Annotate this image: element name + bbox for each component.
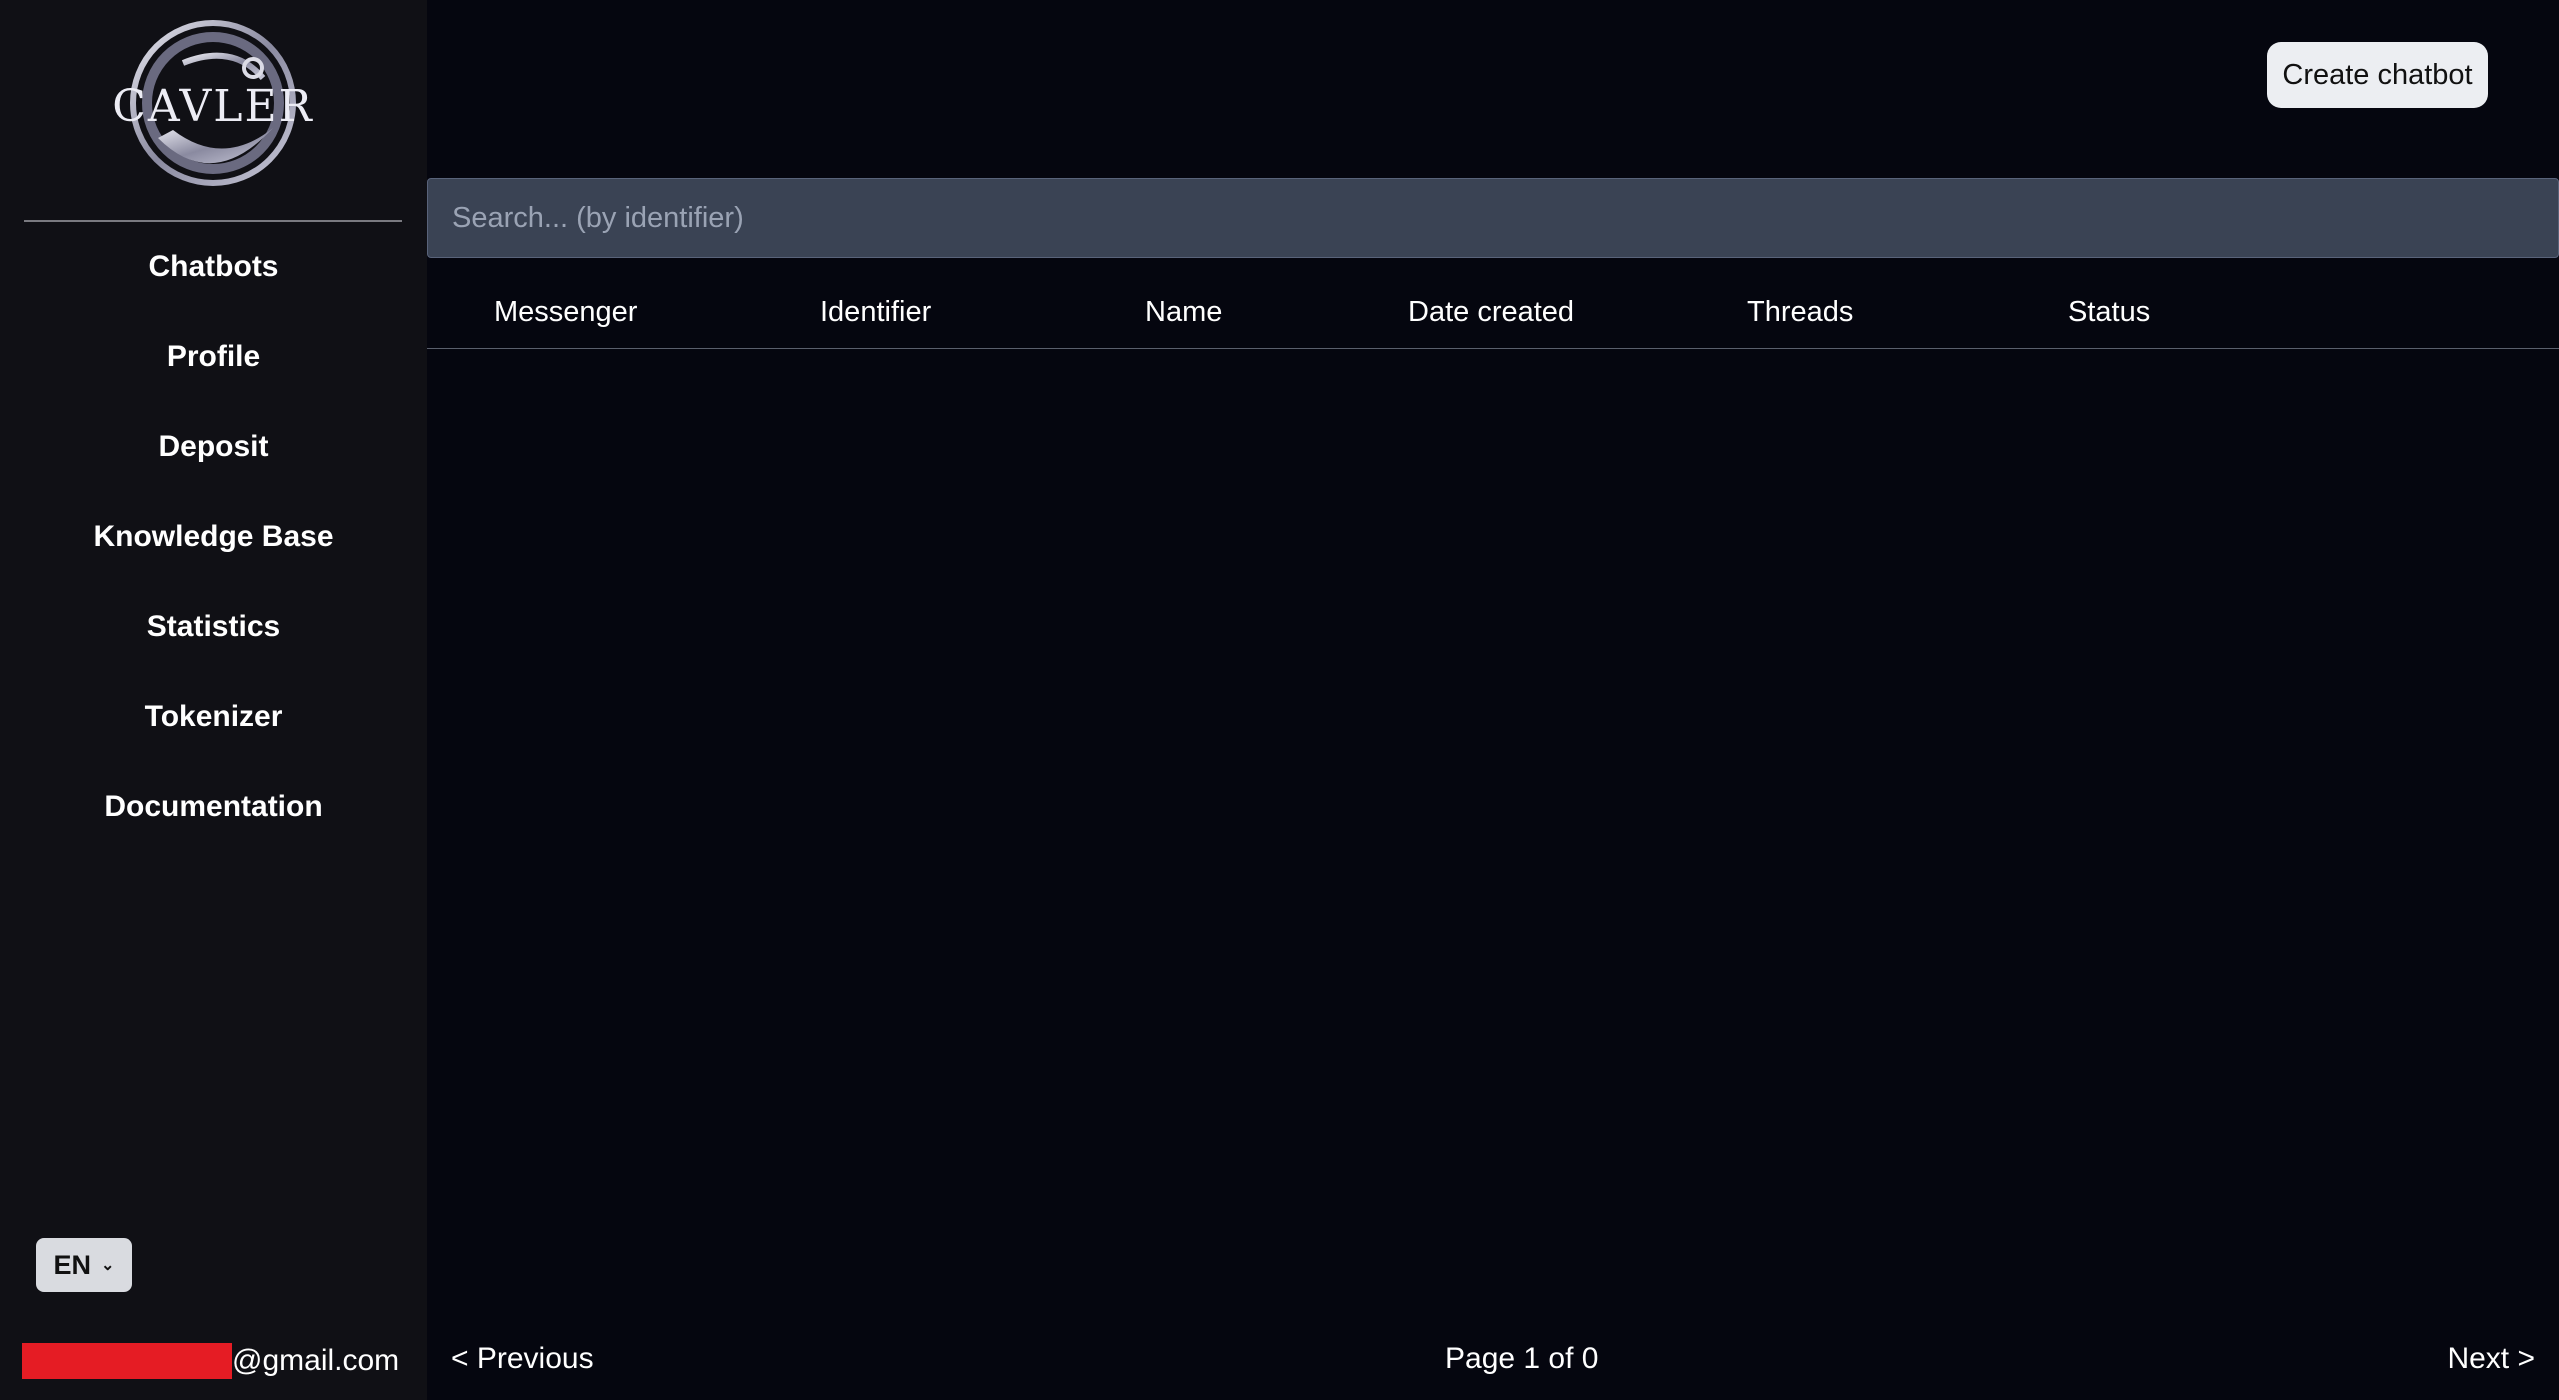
search-input[interactable] (427, 178, 2559, 258)
column-header-identifier[interactable]: Identifier (820, 296, 931, 329)
sidebar-item-tokenizer[interactable]: Tokenizer (0, 672, 427, 762)
sidebar-item-knowledge-base[interactable]: Knowledge Base (0, 492, 427, 582)
column-header-threads[interactable]: Threads (1747, 296, 1853, 329)
app-root: CAVLER Chatbots Profile Deposit Knowledg… (0, 0, 2559, 1400)
language-value: EN (53, 1249, 92, 1280)
sidebar-item-statistics[interactable]: Statistics (0, 582, 427, 672)
column-header-status[interactable]: Status (2068, 296, 2150, 329)
svg-text:CAVLER: CAVLER (113, 81, 313, 132)
sidebar-item-profile[interactable]: Profile (0, 312, 427, 402)
column-header-name[interactable]: Name (1145, 296, 1222, 329)
sidebar-item-deposit[interactable]: Deposit (0, 402, 427, 492)
page-indicator: Page 1 of 0 (1445, 1342, 1599, 1375)
create-chatbot-button[interactable]: Create chatbot (2267, 42, 2488, 108)
column-header-date-created[interactable]: Date created (1408, 296, 1574, 329)
sidebar: CAVLER Chatbots Profile Deposit Knowledg… (0, 0, 427, 1400)
user-email: @gmail.com (22, 1342, 399, 1380)
pagination: < Previous Page 1 of 0 Next > (427, 1336, 2559, 1386)
table-header: Messenger Identifier Name Date created T… (427, 286, 2559, 349)
sidebar-nav: Chatbots Profile Deposit Knowledge Base … (0, 222, 427, 852)
cavler-logo[interactable]: CAVLER (113, 18, 313, 188)
column-header-messenger[interactable]: Messenger (494, 296, 637, 329)
redacted-email-block (22, 1343, 232, 1379)
previous-page-link[interactable]: < Previous (451, 1342, 594, 1376)
chevron-down-icon: ⌄ (101, 1257, 115, 1274)
next-page-link[interactable]: Next > (2447, 1342, 2535, 1376)
sidebar-item-chatbots[interactable]: Chatbots (0, 222, 427, 312)
email-domain: @gmail.com (232, 1344, 400, 1377)
language-select[interactable]: EN ⌄ (36, 1238, 132, 1292)
sidebar-item-documentation[interactable]: Documentation (0, 762, 427, 852)
